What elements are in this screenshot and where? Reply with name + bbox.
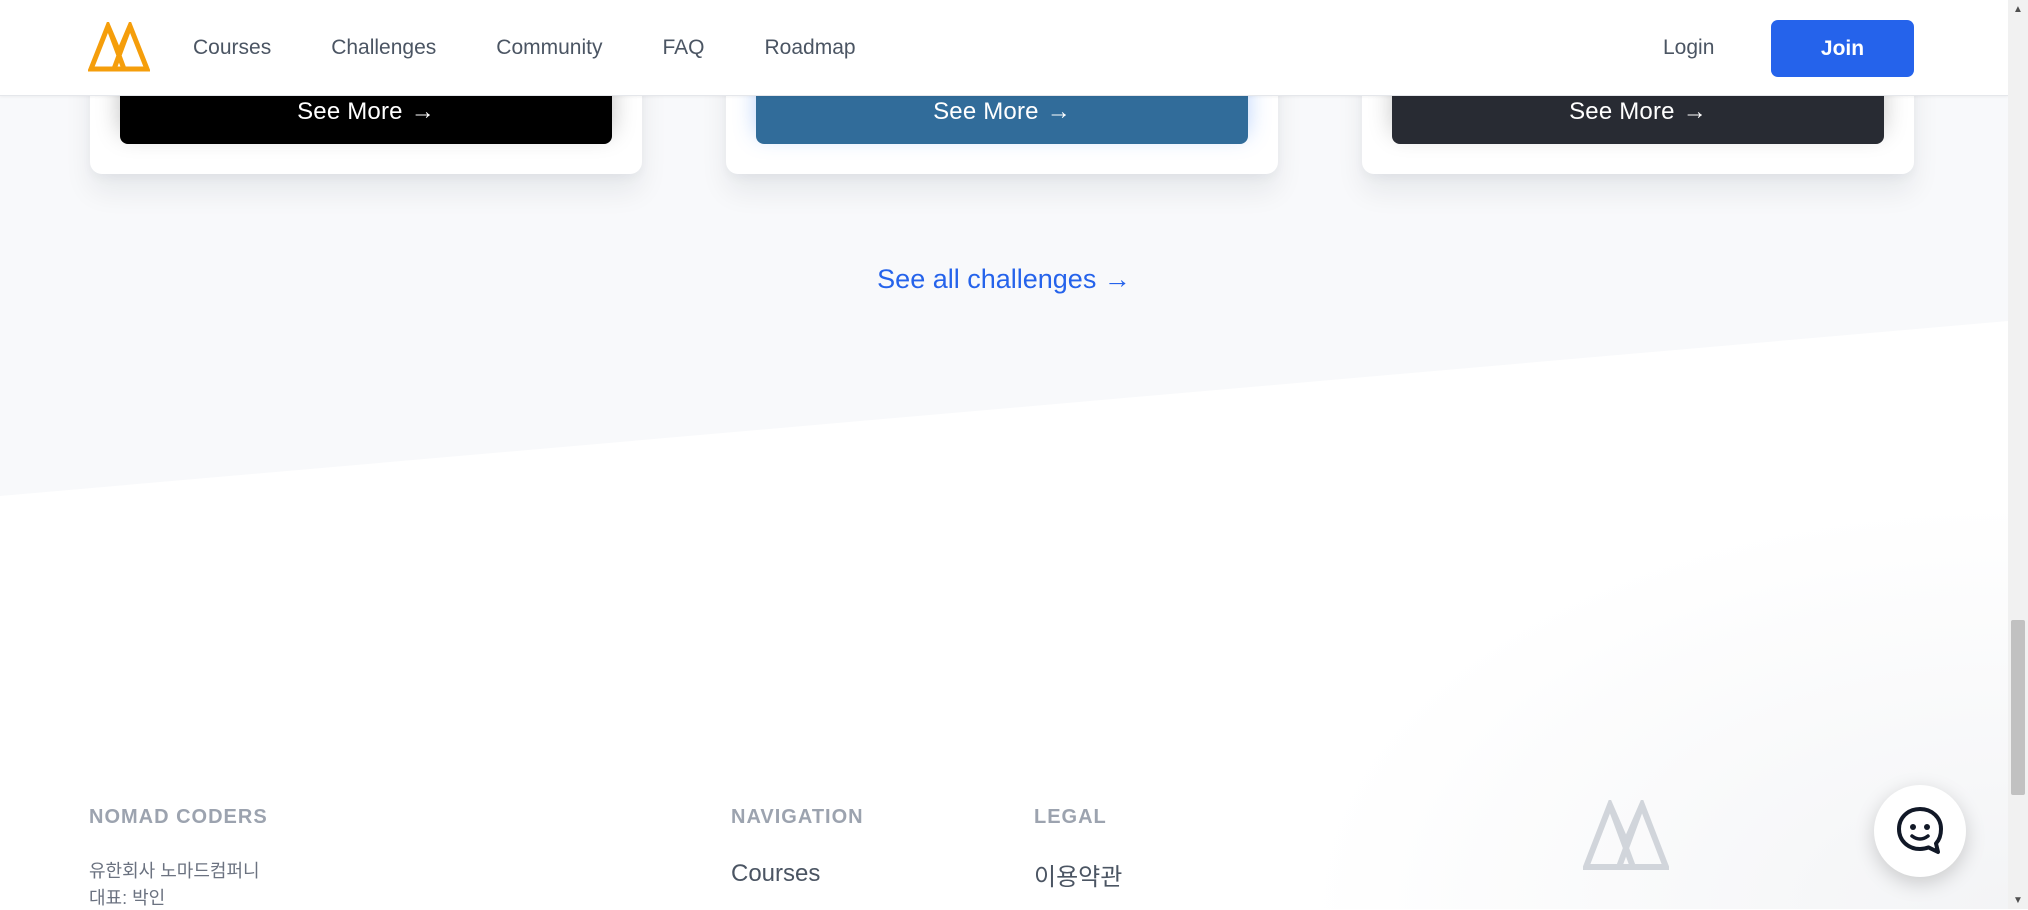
nav-challenges[interactable]: Challenges: [331, 36, 436, 60]
scroll-down-icon[interactable]: ▼: [2008, 891, 2028, 909]
main-nav: Courses Challenges Community FAQ Roadmap: [193, 0, 916, 95]
nav-community[interactable]: Community: [496, 36, 602, 60]
see-more-label: See More: [933, 98, 1039, 125]
nav-courses[interactable]: Courses: [193, 36, 271, 60]
arrow-right-icon: →: [1046, 98, 1071, 125]
scrollbar-thumb[interactable]: [2011, 620, 2025, 795]
scroll-up-icon[interactable]: ▲: [2008, 0, 2028, 18]
see-more-label: See More: [297, 98, 403, 125]
footer-company-name: 유한회사 노마드컴퍼니: [89, 861, 260, 881]
login-link[interactable]: Login: [1663, 36, 1714, 60]
footer-navigation-title: NAVIGATION: [731, 806, 864, 828]
chat-button[interactable]: [1874, 785, 1966, 877]
footer-company-ceo: 대표: 박인: [89, 888, 166, 908]
footer-logo: [1583, 800, 1669, 870]
arrow-right-icon: →: [410, 98, 435, 125]
see-more-label: See More: [1569, 98, 1675, 125]
nomad-coders-logo[interactable]: [88, 22, 150, 72]
footer-link-terms[interactable]: 이용약관: [1034, 857, 1122, 892]
chat-bubble-icon: [1897, 807, 1943, 854]
see-all-challenges-link[interactable]: See all challenges →: [0, 264, 2008, 295]
site-header: Courses Challenges Community FAQ Roadmap…: [0, 0, 2008, 96]
arrow-right-icon: →: [1682, 98, 1707, 125]
footer-legal-title: LEGAL: [1034, 806, 1107, 828]
join-button[interactable]: Join: [1771, 20, 1914, 77]
nav-roadmap[interactable]: Roadmap: [765, 36, 856, 60]
footer-company-title: NOMAD CODERS: [89, 806, 268, 828]
footer-link-courses[interactable]: Courses: [731, 860, 820, 888]
nav-faq[interactable]: FAQ: [662, 36, 704, 60]
